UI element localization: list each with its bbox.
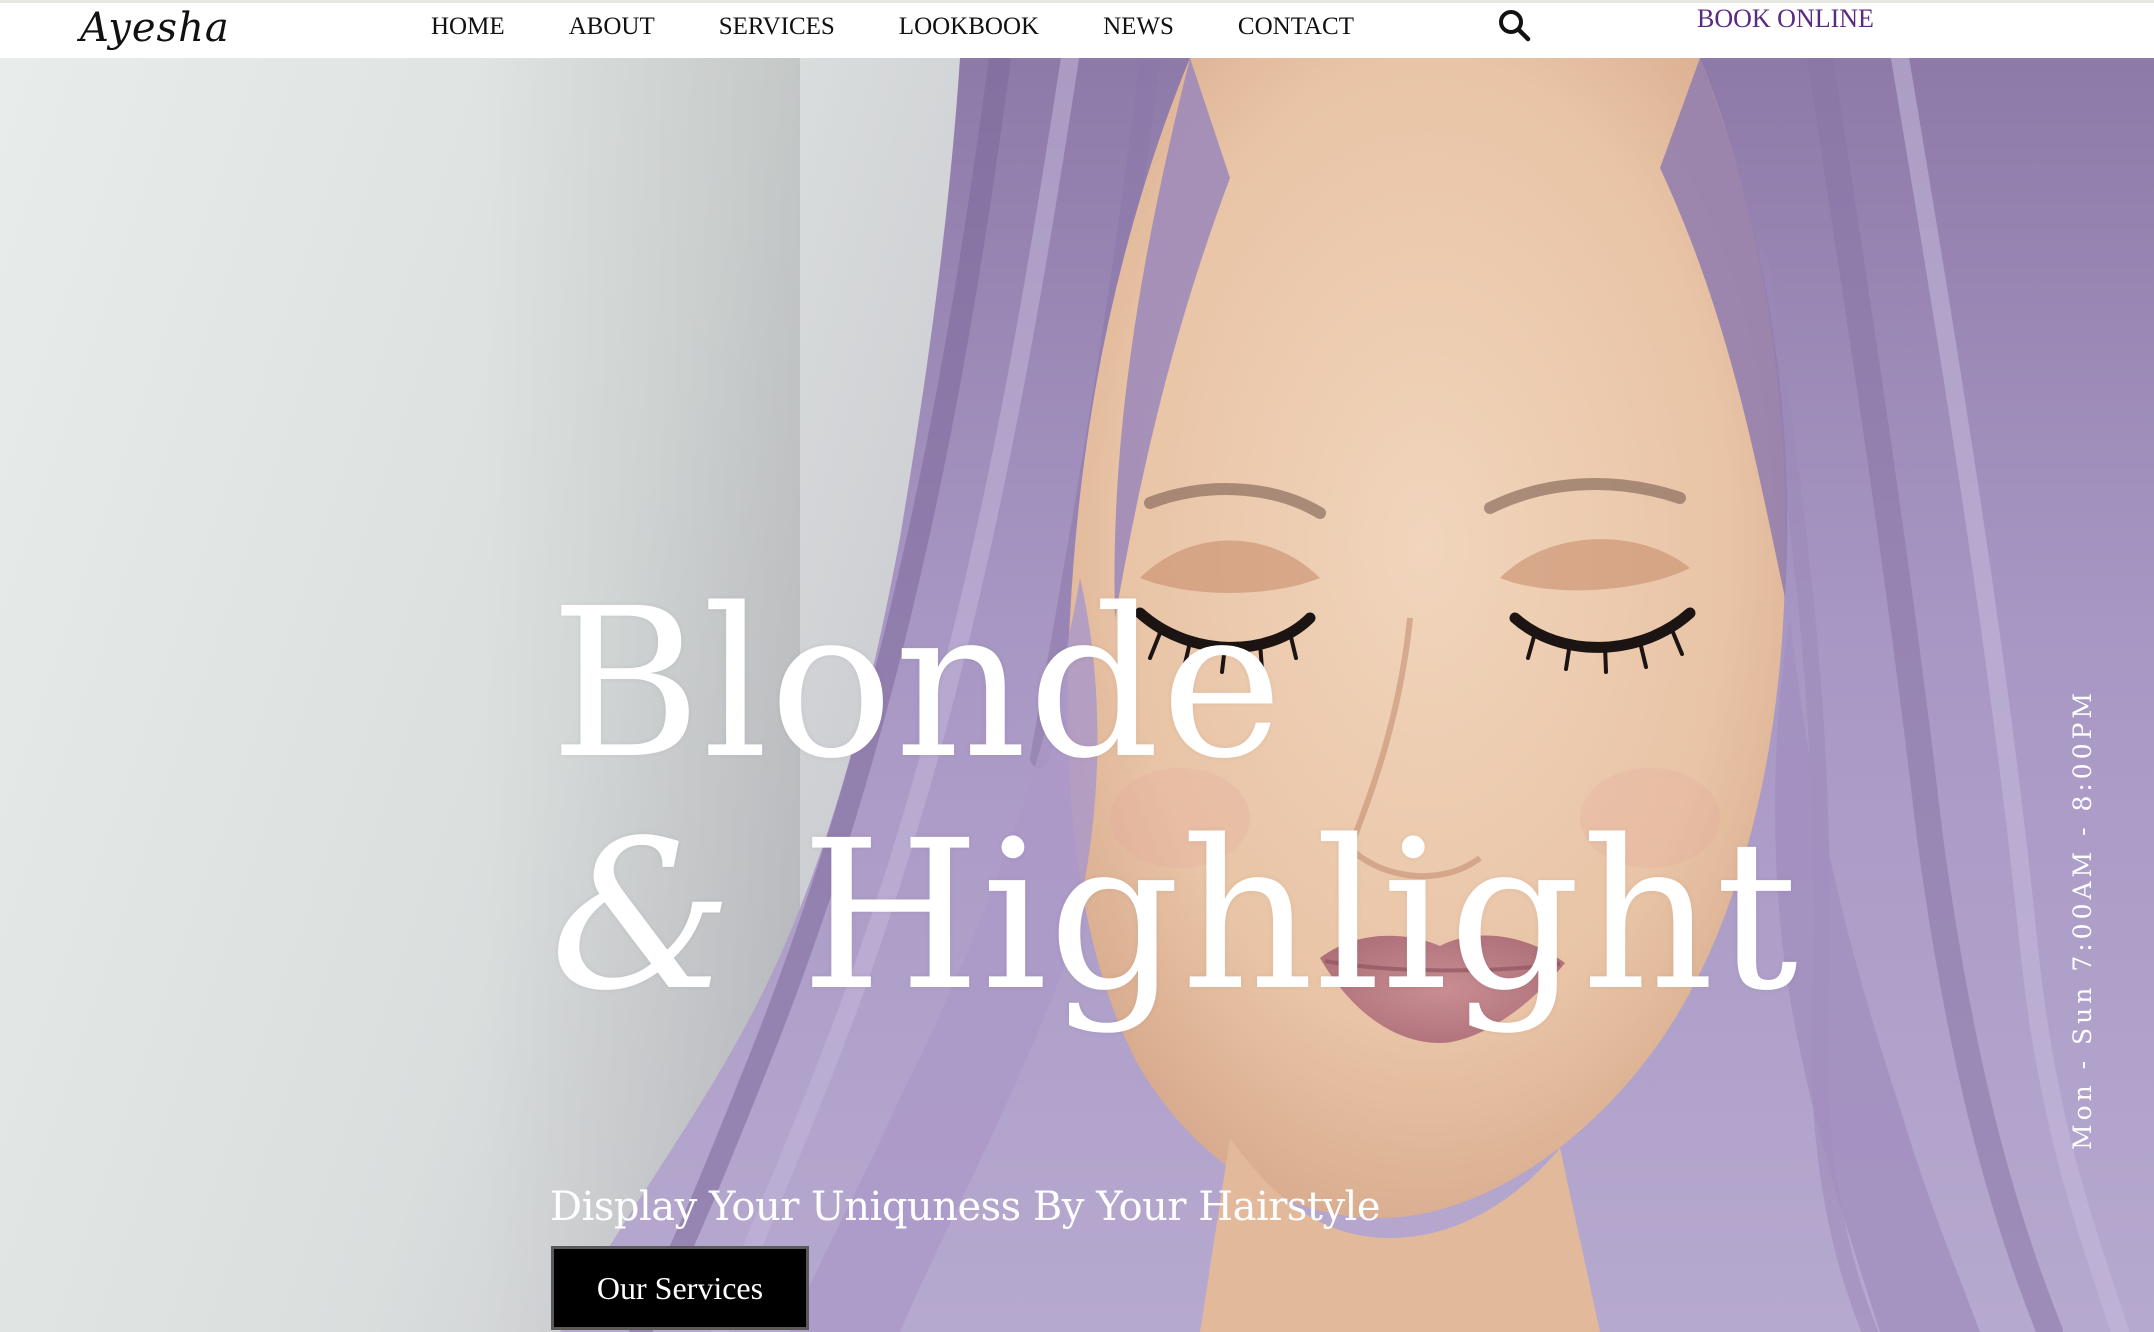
- opening-hours: Mon - Sun 7:00AM - 8:00PM: [2068, 688, 2098, 1149]
- main-nav: HOME ABOUT SERVICES LOOKBOOK NEWS CONTAC…: [431, 7, 1354, 47]
- nav-item-contact[interactable]: CONTACT: [1238, 13, 1354, 41]
- nav-item-home[interactable]: HOME: [431, 13, 505, 41]
- book-online-link[interactable]: BOOK ONLINE: [1697, 4, 1874, 34]
- nav-item-about[interactable]: ABOUT: [569, 13, 655, 41]
- nav-item-services[interactable]: SERVICES: [719, 13, 835, 41]
- headline-line-2: & Highlight: [550, 800, 1799, 1032]
- nav-item-lookbook[interactable]: LOOKBOOK: [899, 13, 1039, 41]
- our-services-button[interactable]: Our Services: [551, 1246, 809, 1330]
- nav-item-news[interactable]: NEWS: [1103, 13, 1174, 41]
- site-header: Ayesha HOME ABOUT SERVICES LOOKBOOK NEWS…: [0, 0, 2154, 58]
- opening-hours-text: Mon - Sun 7:00AM - 8:00PM: [2068, 688, 2098, 1150]
- headline-word-highlight: Highlight: [800, 796, 1800, 1036]
- page: Ayesha HOME ABOUT SERVICES LOOKBOOK NEWS…: [0, 0, 2154, 1332]
- search-icon[interactable]: [1497, 8, 1531, 42]
- ampersand: &: [550, 796, 735, 1036]
- hero-tagline: Display Your Uniquness By Your Hairstyle: [550, 1184, 1381, 1230]
- hero-headline: Blonde & Highlight: [550, 568, 1799, 1032]
- headline-line-1: Blonde: [550, 564, 1284, 804]
- logo[interactable]: Ayesha: [80, 5, 230, 51]
- hero-section: Blonde & Highlight Display Your Uniqunes…: [0, 58, 2154, 1332]
